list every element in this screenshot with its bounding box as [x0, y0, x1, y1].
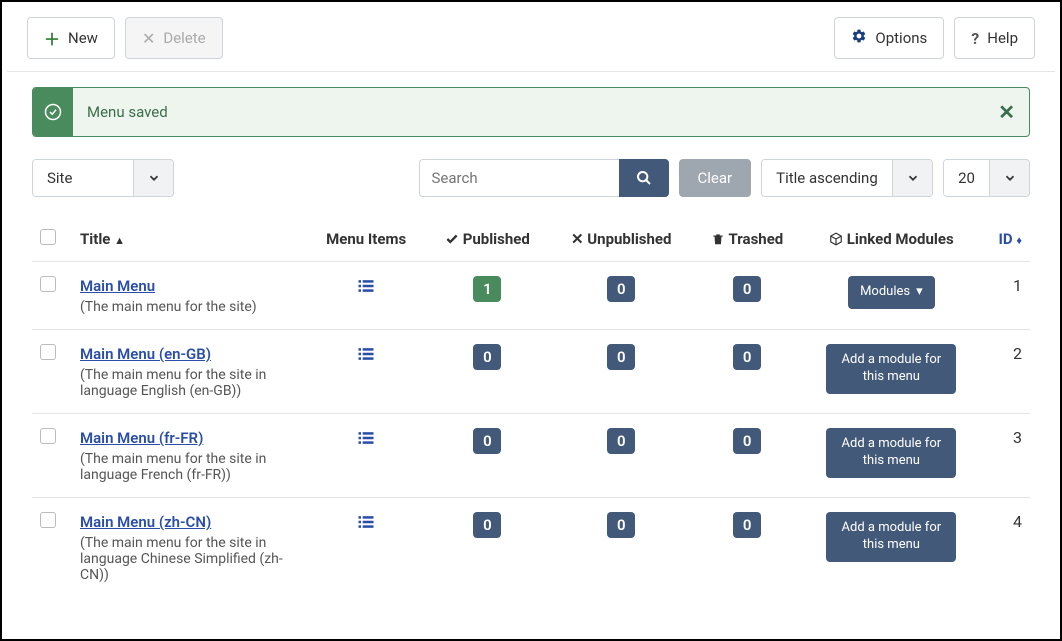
table-row: Main Menu (The main menu for the site) 1…: [32, 262, 1030, 330]
check-circle-icon: [33, 88, 73, 136]
list-icon[interactable]: [356, 429, 376, 453]
menu-title-link[interactable]: Main Menu: [80, 277, 155, 295]
check-icon: [445, 232, 459, 246]
id-cell: 4: [981, 498, 1030, 598]
content: Menu saved ✕ Site Clear Title ascending …: [7, 72, 1055, 612]
row-checkbox[interactable]: [40, 344, 56, 360]
menu-description: (The main menu for the site): [80, 299, 299, 315]
add-module-button[interactable]: Add a module for this menu: [826, 344, 956, 394]
limit-select[interactable]: 20: [943, 159, 1030, 197]
chevron-down-icon: [892, 160, 932, 196]
trashed-badge[interactable]: 0: [733, 276, 761, 302]
help-button-label: Help: [987, 29, 1018, 47]
unpublished-badge[interactable]: 0: [607, 428, 635, 454]
alert-message: Menu saved: [73, 103, 984, 121]
add-module-button[interactable]: Add a module for this menu: [826, 512, 956, 562]
trashed-badge[interactable]: 0: [733, 512, 761, 538]
new-button-label: New: [68, 29, 98, 47]
caret-down-icon: ▾: [916, 284, 923, 301]
question-icon: ?: [971, 29, 979, 48]
sort-select[interactable]: Title ascending: [761, 159, 933, 197]
unpublished-badge[interactable]: 0: [607, 276, 635, 302]
col-menu-items: Menu Items: [307, 217, 425, 262]
col-trashed[interactable]: Trashed: [693, 217, 801, 262]
col-published[interactable]: Published: [425, 217, 549, 262]
col-linked: Linked Modules: [801, 217, 981, 262]
gear-icon: [851, 28, 867, 48]
col-id[interactable]: ID ♦: [981, 217, 1030, 262]
menu-title-link[interactable]: Main Menu (zh-CN): [80, 513, 211, 531]
trash-icon: [711, 232, 725, 246]
menu-title-link[interactable]: Main Menu (en-GB): [80, 345, 211, 363]
col-title[interactable]: Title ▲: [72, 217, 307, 262]
x-icon: ✕: [142, 29, 155, 48]
row-checkbox[interactable]: [40, 276, 56, 292]
sort-asc-icon: ▲: [114, 234, 125, 247]
alert-close-button[interactable]: ✕: [984, 100, 1029, 124]
chevron-down-icon: [133, 160, 173, 196]
menu-title-link[interactable]: Main Menu (fr-FR): [80, 429, 203, 447]
row-checkbox[interactable]: [40, 428, 56, 444]
new-button[interactable]: ＋ New: [27, 17, 115, 59]
menu-description: (The main menu for the site in language …: [80, 367, 299, 399]
table-head: Title ▲ Menu Items Published ✕ Unpublish…: [32, 217, 1030, 262]
filter-row: Site Clear Title ascending 20: [32, 159, 1030, 197]
spacer: [233, 17, 825, 59]
unpublished-badge[interactable]: 0: [607, 344, 635, 370]
cube-icon: [829, 232, 843, 246]
published-badge[interactable]: 0: [473, 428, 501, 454]
options-button-label: Options: [875, 29, 927, 47]
clear-button[interactable]: Clear: [679, 159, 752, 197]
plus-icon: ＋: [44, 26, 60, 50]
chevron-down-icon: [989, 160, 1029, 196]
id-cell: 2: [981, 330, 1030, 414]
published-badge[interactable]: 1: [473, 276, 501, 302]
menus-table: Title ▲ Menu Items Published ✕ Unpublish…: [32, 217, 1030, 597]
list-icon[interactable]: [356, 345, 376, 369]
id-cell: 1: [981, 262, 1030, 330]
search-input[interactable]: [419, 159, 619, 197]
published-badge[interactable]: 0: [473, 512, 501, 538]
delete-button: ✕ Delete: [125, 17, 223, 59]
menu-description: (The main menu for the site in language …: [80, 535, 299, 583]
search-group: [419, 159, 669, 197]
options-button[interactable]: Options: [834, 17, 944, 59]
table-row: Main Menu (en-GB) (The main menu for the…: [32, 330, 1030, 414]
menu-description: (The main menu for the site in language …: [80, 451, 299, 483]
add-module-button[interactable]: Add a module for this menu: [826, 428, 956, 478]
limit-select-label: 20: [944, 160, 989, 196]
site-select-label: Site: [33, 160, 133, 196]
published-badge[interactable]: 0: [473, 344, 501, 370]
table-row: Main Menu (fr-FR) (The main menu for the…: [32, 414, 1030, 498]
table-row: Main Menu (zh-CN) (The main menu for the…: [32, 498, 1030, 598]
x-icon: ✕: [571, 230, 584, 248]
alert-success: Menu saved ✕: [32, 87, 1030, 137]
sort-select-label: Title ascending: [762, 160, 892, 196]
table-body: Main Menu (The main menu for the site) 1…: [32, 262, 1030, 598]
trashed-badge[interactable]: 0: [733, 344, 761, 370]
select-all-checkbox[interactable]: [40, 229, 56, 245]
site-select[interactable]: Site: [32, 159, 174, 197]
list-icon[interactable]: [356, 277, 376, 301]
sort-icon: ♦: [1016, 234, 1022, 247]
toolbar: ＋ New ✕ Delete Options ? Help: [7, 7, 1055, 72]
search-button[interactable]: [619, 159, 669, 197]
id-cell: 3: [981, 414, 1030, 498]
col-unpublished[interactable]: ✕ Unpublished: [550, 217, 693, 262]
row-checkbox[interactable]: [40, 512, 56, 528]
search-icon: [636, 170, 652, 186]
list-icon[interactable]: [356, 513, 376, 537]
unpublished-badge[interactable]: 0: [607, 512, 635, 538]
trashed-badge[interactable]: 0: [733, 428, 761, 454]
modules-dropdown[interactable]: Modules ▾: [848, 276, 935, 309]
help-button[interactable]: ? Help: [954, 17, 1035, 59]
delete-button-label: Delete: [163, 29, 205, 47]
